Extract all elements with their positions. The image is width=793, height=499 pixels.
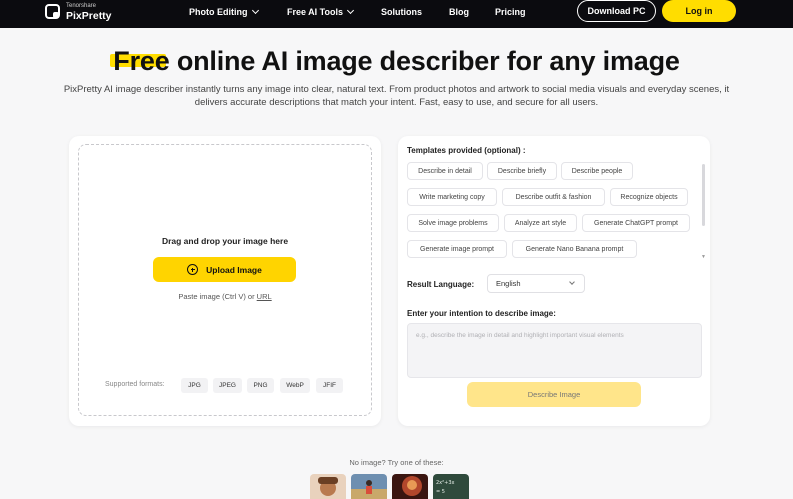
svg-text:2x²+3x: 2x²+3x [436, 480, 455, 486]
portrait-thumbnail-icon [310, 474, 346, 499]
paste-hint-text: Paste image (Ctrl V) or [178, 292, 257, 301]
nav-blog[interactable]: Blog [449, 7, 469, 17]
sample-image-formula[interactable]: 2x²+3x = 5 [433, 474, 469, 499]
chevron-down-icon [251, 6, 259, 15]
result-language-label: Result Language: [407, 280, 475, 289]
format-badge: JPEG [213, 378, 242, 393]
sports-thumbnail-icon [351, 474, 387, 499]
template-chip[interactable]: Solve image problems [407, 214, 499, 232]
plus-circle-icon [187, 264, 199, 275]
paste-url-link[interactable]: URL [257, 292, 272, 301]
format-badge: JPG [181, 378, 208, 393]
sample-image-portrait[interactable] [310, 474, 346, 499]
chevron-down-icon [346, 6, 355, 15]
login-button[interactable]: Log in [662, 0, 736, 22]
template-chip[interactable]: Analyze art style [504, 214, 577, 232]
template-chip[interactable]: Recognize objects [610, 188, 688, 206]
sample-image-art[interactable] [392, 474, 428, 499]
drag-drop-text: Drag and drop your image here [161, 236, 289, 246]
top-navbar: Tenorshare PixPretty Photo Editing Free … [0, 0, 793, 28]
upload-image-label: Upload Image [206, 264, 262, 275]
templates-label: Templates provided (optional) : [407, 146, 526, 155]
format-badge: PNG [247, 378, 274, 393]
pixpretty-logo-icon[interactable] [45, 4, 60, 19]
format-badge: JFIF [316, 378, 343, 393]
formula-thumbnail-icon: 2x²+3x = 5 [433, 474, 469, 499]
result-language-select[interactable]: English [487, 274, 585, 293]
brand-name[interactable]: PixPretty [66, 10, 112, 22]
brand-company: Tenorshare [66, 3, 97, 9]
template-chip[interactable]: Generate Nano Banana prompt [512, 240, 637, 258]
describe-image-button[interactable]: Describe Image [467, 382, 641, 407]
scroll-down-icon[interactable]: ▼ [701, 254, 706, 260]
template-chip[interactable]: Generate ChatGPT prompt [582, 214, 690, 232]
nav-free-ai-tools[interactable]: Free AI Tools [287, 6, 355, 17]
chevron-down-icon [569, 279, 575, 285]
intention-label: Enter your intention to describe image: [407, 309, 556, 318]
supported-formats-label: Supported formats: [105, 381, 165, 388]
nav-photo-editing[interactable]: Photo Editing [189, 6, 259, 17]
format-badge: WebP [280, 378, 310, 393]
download-pc-button[interactable]: Download PC [577, 0, 656, 22]
title-rest: online AI image describer for any image [169, 46, 680, 76]
template-chip[interactable]: Write marketing copy [407, 188, 497, 206]
template-chip[interactable]: Describe outfit & fashion [502, 188, 605, 206]
templates-scrollbar[interactable] [702, 164, 705, 226]
result-language-value: English [496, 279, 521, 288]
template-chip[interactable]: Describe in detail [407, 162, 483, 180]
nav-solutions[interactable]: Solutions [381, 7, 422, 17]
nav-free-ai-tools-label: Free AI Tools [287, 7, 344, 17]
intention-input[interactable] [407, 323, 702, 378]
title-highlight: Free [110, 46, 170, 76]
sample-images-label: No image? Try one of these: [349, 458, 444, 467]
page-description: PixPretty AI image describer instantly t… [63, 84, 730, 108]
upload-image-button[interactable]: Upload Image [153, 257, 296, 282]
paste-hint: Paste image (Ctrl V) or URL [78, 292, 372, 301]
template-chip[interactable]: Describe briefly [487, 162, 557, 180]
svg-text:= 5: = 5 [436, 489, 445, 495]
nav-pricing[interactable]: Pricing [495, 7, 526, 17]
template-chip[interactable]: Describe people [561, 162, 633, 180]
nav-photo-editing-label: Photo Editing [189, 7, 248, 17]
art-thumbnail-icon [392, 474, 428, 499]
page-title: Free online AI image describer for any i… [0, 46, 793, 77]
template-chip[interactable]: Generate image prompt [407, 240, 507, 258]
sample-image-sports[interactable] [351, 474, 387, 499]
